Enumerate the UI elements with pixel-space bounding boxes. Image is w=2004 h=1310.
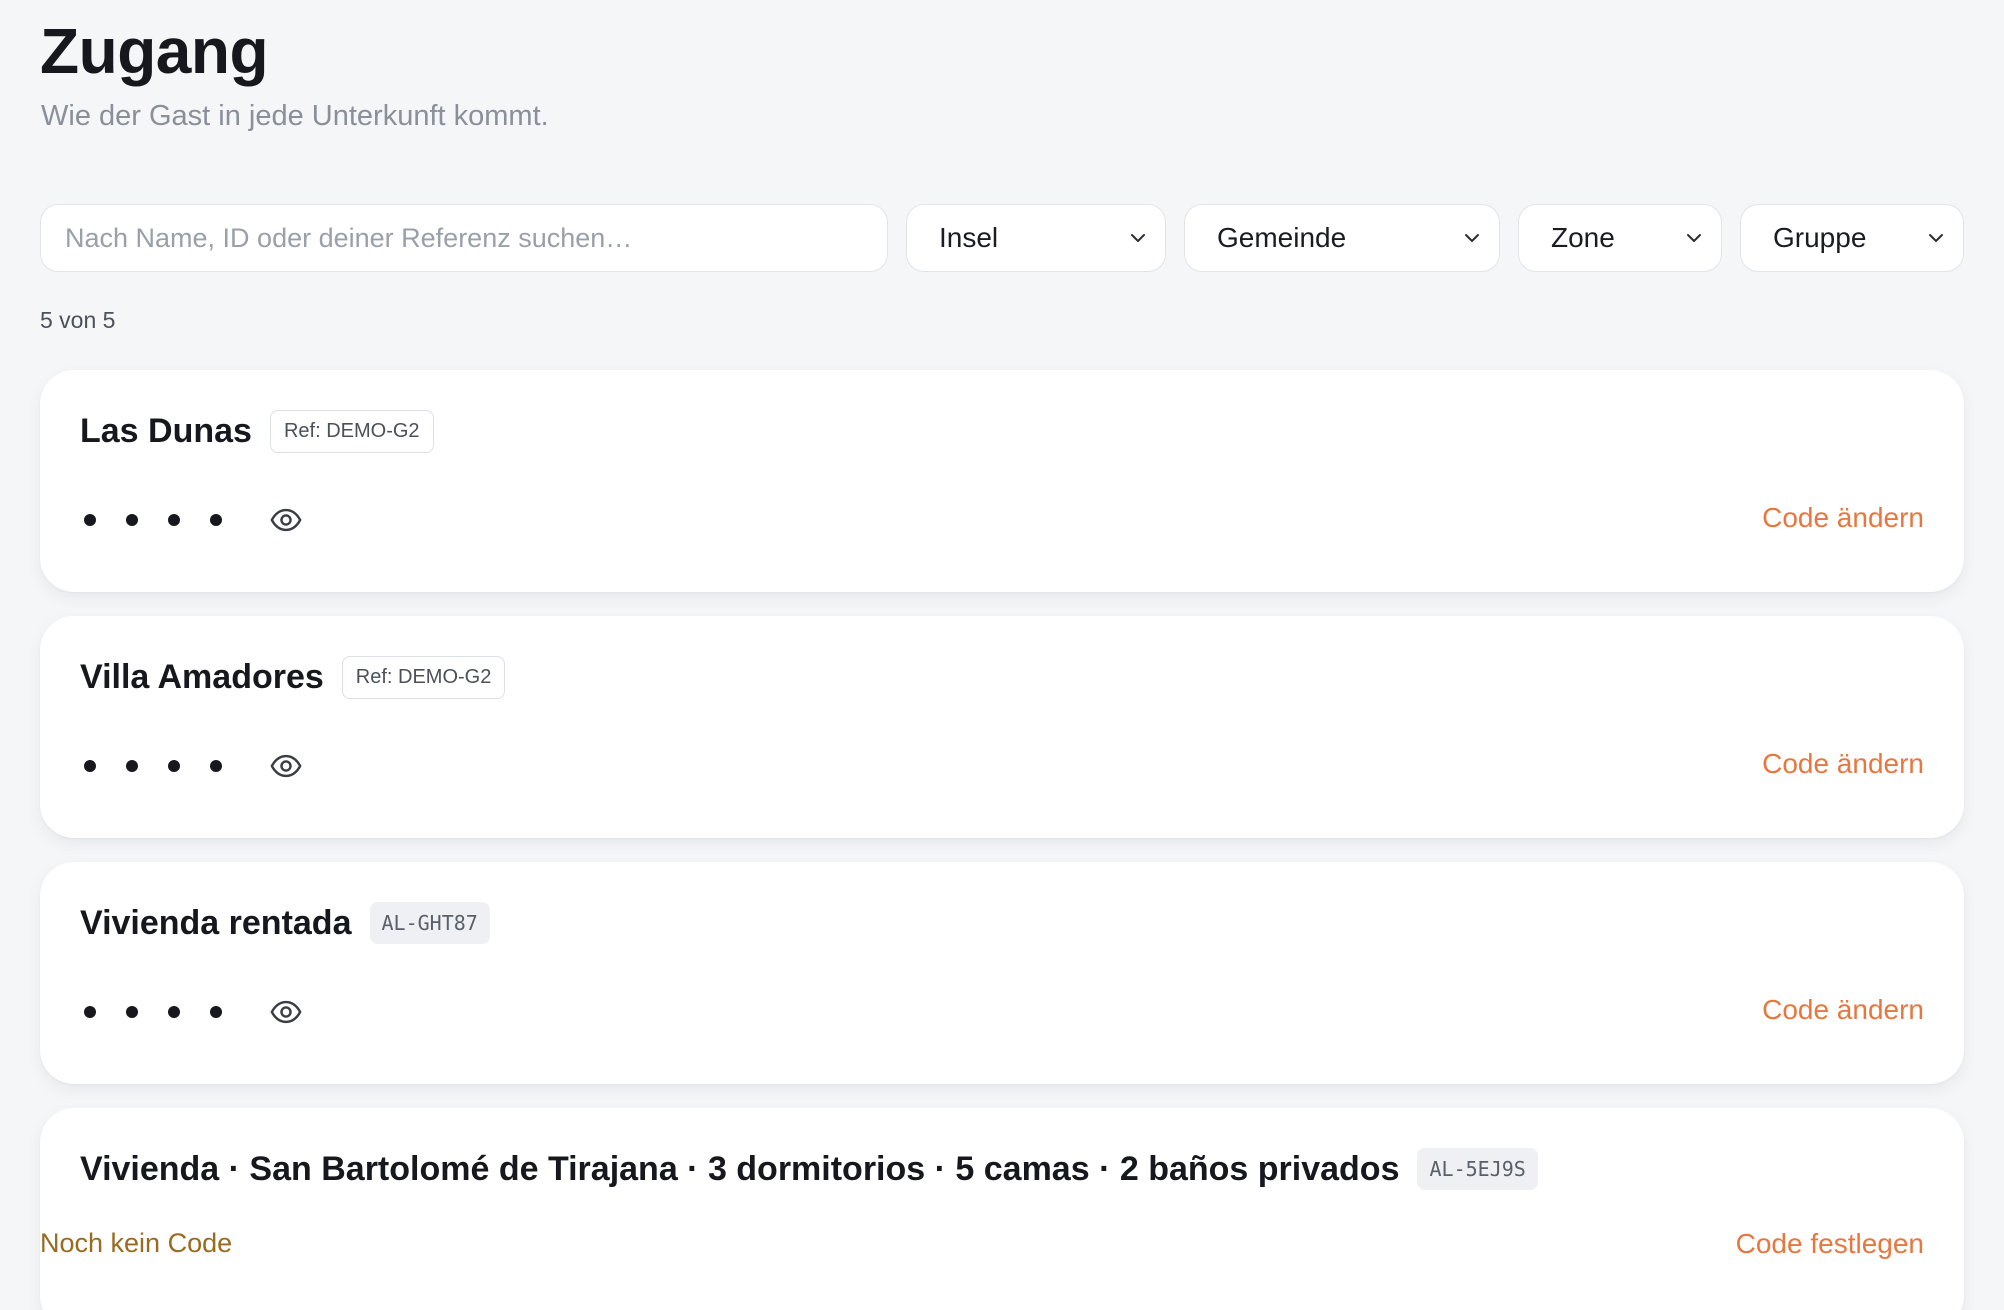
eye-icon[interactable]	[268, 994, 304, 1030]
eye-icon[interactable]	[268, 748, 304, 784]
chevron-down-icon	[1683, 227, 1705, 249]
code-dot	[168, 760, 180, 772]
gemeinde-select-label: Gemeinde	[1217, 222, 1347, 253]
code-dot	[210, 760, 222, 772]
code-dot	[210, 514, 222, 526]
code-dot	[84, 760, 96, 772]
code-dot	[126, 1006, 138, 1018]
masked-code	[84, 992, 304, 1032]
property-card: Vivienda · San Bartolomé de Tirajana · 3…	[40, 1108, 1964, 1310]
property-card: Vivienda rentada AL-GHT87 Code ändern	[40, 862, 1964, 1084]
insel-select[interactable]: Insel	[906, 204, 1166, 272]
card-header: Las Dunas Ref: DEMO-G2	[80, 410, 434, 453]
code-dot	[126, 760, 138, 772]
change-code-button[interactable]: Code ändern	[1762, 502, 1924, 534]
property-name: Villa Amadores	[80, 658, 324, 696]
property-card: Villa Amadores Ref: DEMO-G2 Code ändern	[40, 616, 1964, 838]
chevron-down-icon	[1127, 227, 1149, 249]
search-input[interactable]	[65, 222, 863, 254]
card-header: Vivienda rentada AL-GHT87	[80, 902, 490, 944]
code-dot	[84, 1006, 96, 1018]
change-code-button[interactable]: Code ändern	[1762, 994, 1924, 1026]
card-header: Vivienda · San Bartolomé de Tirajana · 3…	[80, 1148, 1538, 1190]
zone-select-label: Zone	[1551, 222, 1615, 253]
property-card: Las Dunas Ref: DEMO-G2 Code ändern	[40, 370, 1964, 592]
access-page: Zugang Wie der Gast in jede Unterkunft k…	[0, 0, 2004, 1310]
code-dot	[210, 1006, 222, 1018]
property-id-badge: AL-5EJ9S	[1417, 1148, 1538, 1190]
chevron-down-icon	[1925, 227, 1947, 249]
zone-select[interactable]: Zone	[1518, 204, 1722, 272]
code-dot	[168, 514, 180, 526]
insel-select-label: Insel	[939, 222, 999, 253]
code-dot	[84, 514, 96, 526]
set-code-button[interactable]: Code festlegen	[1736, 1228, 1924, 1260]
gemeinde-select[interactable]: Gemeinde	[1184, 204, 1500, 272]
search-box[interactable]	[40, 204, 888, 272]
masked-code	[84, 746, 304, 786]
code-dot	[168, 1006, 180, 1018]
reference-badge: Ref: DEMO-G2	[341, 656, 506, 699]
reference-badge: Ref: DEMO-G2	[269, 410, 434, 453]
property-id-badge: AL-GHT87	[369, 902, 490, 944]
masked-code	[84, 500, 304, 540]
result-count: 5 von 5	[40, 307, 116, 333]
page-subtitle: Wie der Gast in jede Unterkunft kommt.	[41, 100, 549, 132]
change-code-button[interactable]: Code ändern	[1762, 748, 1924, 780]
property-name: Las Dunas	[80, 412, 252, 450]
code-dot	[126, 514, 138, 526]
card-header: Villa Amadores Ref: DEMO-G2	[80, 656, 506, 699]
gruppe-select[interactable]: Gruppe	[1740, 204, 1964, 272]
filter-bar: Insel Gemeinde Zone Gruppe	[40, 204, 1964, 272]
no-code-status: Noch kein Code	[40, 1228, 233, 1258]
eye-icon[interactable]	[268, 502, 304, 538]
page-title: Zugang	[40, 15, 269, 87]
property-name: Vivienda · San Bartolomé de Tirajana · 3…	[80, 1149, 1400, 1188]
chevron-down-icon	[1461, 227, 1483, 249]
property-name: Vivienda rentada	[80, 903, 352, 942]
gruppe-select-label: Gruppe	[1773, 222, 1867, 253]
